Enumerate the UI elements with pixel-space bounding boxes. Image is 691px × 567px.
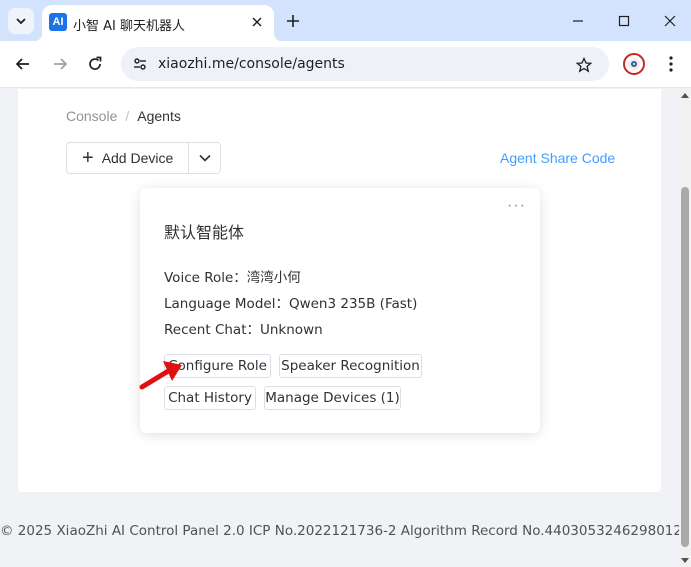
add-device-button-group: + Add Device	[66, 142, 221, 174]
page-scrollbar[interactable]	[679, 89, 691, 567]
recent-chat-line: Recent Chat：Unknown	[164, 322, 323, 338]
close-icon	[252, 17, 262, 27]
content-panel: Console / Agents + Add Device Agent Share …	[18, 89, 661, 492]
chevron-down-icon	[16, 18, 26, 25]
arrow-left-icon	[15, 58, 29, 70]
tab-favicon: AI	[49, 13, 67, 31]
minimize-icon	[573, 20, 583, 22]
scrollbar-thumb[interactable]	[681, 187, 689, 547]
forward-button[interactable]	[47, 51, 73, 77]
site-info-button[interactable]	[128, 52, 152, 76]
new-tab-button[interactable]	[282, 10, 304, 32]
voice-role-line: Voice Role：湾湾小何	[164, 270, 301, 286]
tune-icon	[134, 58, 146, 70]
footer-text: © 2025 XiaoZhi AI Control Panel 2.0 ICP …	[0, 523, 679, 539]
browser-menu-button[interactable]	[660, 53, 682, 75]
address-bar[interactable]: xiaozhi.me/console/agents	[121, 47, 609, 81]
add-device-dropdown-button[interactable]	[189, 142, 221, 174]
maximize-button[interactable]	[612, 9, 636, 33]
more-vertical-icon	[669, 56, 673, 72]
reload-button[interactable]	[82, 51, 108, 77]
back-button[interactable]	[10, 51, 36, 77]
chevron-down-icon	[198, 154, 211, 162]
speaker-recognition-button[interactable]: Speaker Recognition	[279, 354, 422, 378]
plus-icon: +	[82, 147, 94, 169]
scroll-up-arrow-icon[interactable]	[681, 93, 689, 98]
minimize-button[interactable]	[566, 9, 590, 33]
arrow-right-icon	[54, 58, 68, 70]
agent-share-code-link[interactable]: Agent Share Code	[500, 150, 615, 166]
extension-button[interactable]	[623, 53, 645, 75]
close-window-button[interactable]	[658, 9, 682, 33]
browser-tab-strip: AI 小智 AI 聊天机器人	[0, 0, 691, 41]
breadcrumb-agents: Agents	[137, 108, 181, 124]
breadcrumb: Console / Agents	[66, 108, 181, 124]
bookmark-button[interactable]	[573, 54, 595, 76]
language-model-line: Language Model：Qwen3 235B (Fast)	[164, 296, 418, 312]
maximize-icon	[618, 15, 630, 27]
breadcrumb-console[interactable]: Console	[66, 108, 117, 124]
tab-search-button[interactable]	[8, 8, 34, 34]
scroll-down-arrow-icon[interactable]	[681, 558, 689, 563]
annotation-arrow-icon	[139, 361, 182, 390]
agent-card: ··· 默认智能体 Voice Role：湾湾小何 Language Model…	[140, 188, 540, 433]
manage-devices-button[interactable]: Manage Devices (1)	[264, 386, 401, 410]
star-icon	[576, 57, 592, 73]
more-horizontal-icon[interactable]: ···	[507, 198, 526, 214]
browser-tab-active[interactable]: AI 小智 AI 聊天机器人	[34, 5, 282, 41]
add-device-button[interactable]: + Add Device	[66, 142, 189, 174]
tab-close-button[interactable]	[248, 13, 266, 31]
ext-badge-icon	[628, 58, 640, 70]
close-icon	[664, 15, 676, 27]
tab-title: 小智 AI 聊天机器人	[73, 19, 185, 34]
agent-name: 默认智能体	[164, 223, 245, 242]
browser-toolbar: xiaozhi.me/console/agents	[0, 41, 691, 88]
page-viewport: Console / Agents + Add Device Agent Share …	[0, 89, 679, 567]
plus-icon	[287, 15, 299, 27]
add-device-label: Add Device	[101, 150, 174, 166]
breadcrumb-separator: /	[125, 108, 130, 124]
reload-icon	[89, 56, 102, 70]
url-text[interactable]: xiaozhi.me/console/agents	[158, 56, 345, 72]
